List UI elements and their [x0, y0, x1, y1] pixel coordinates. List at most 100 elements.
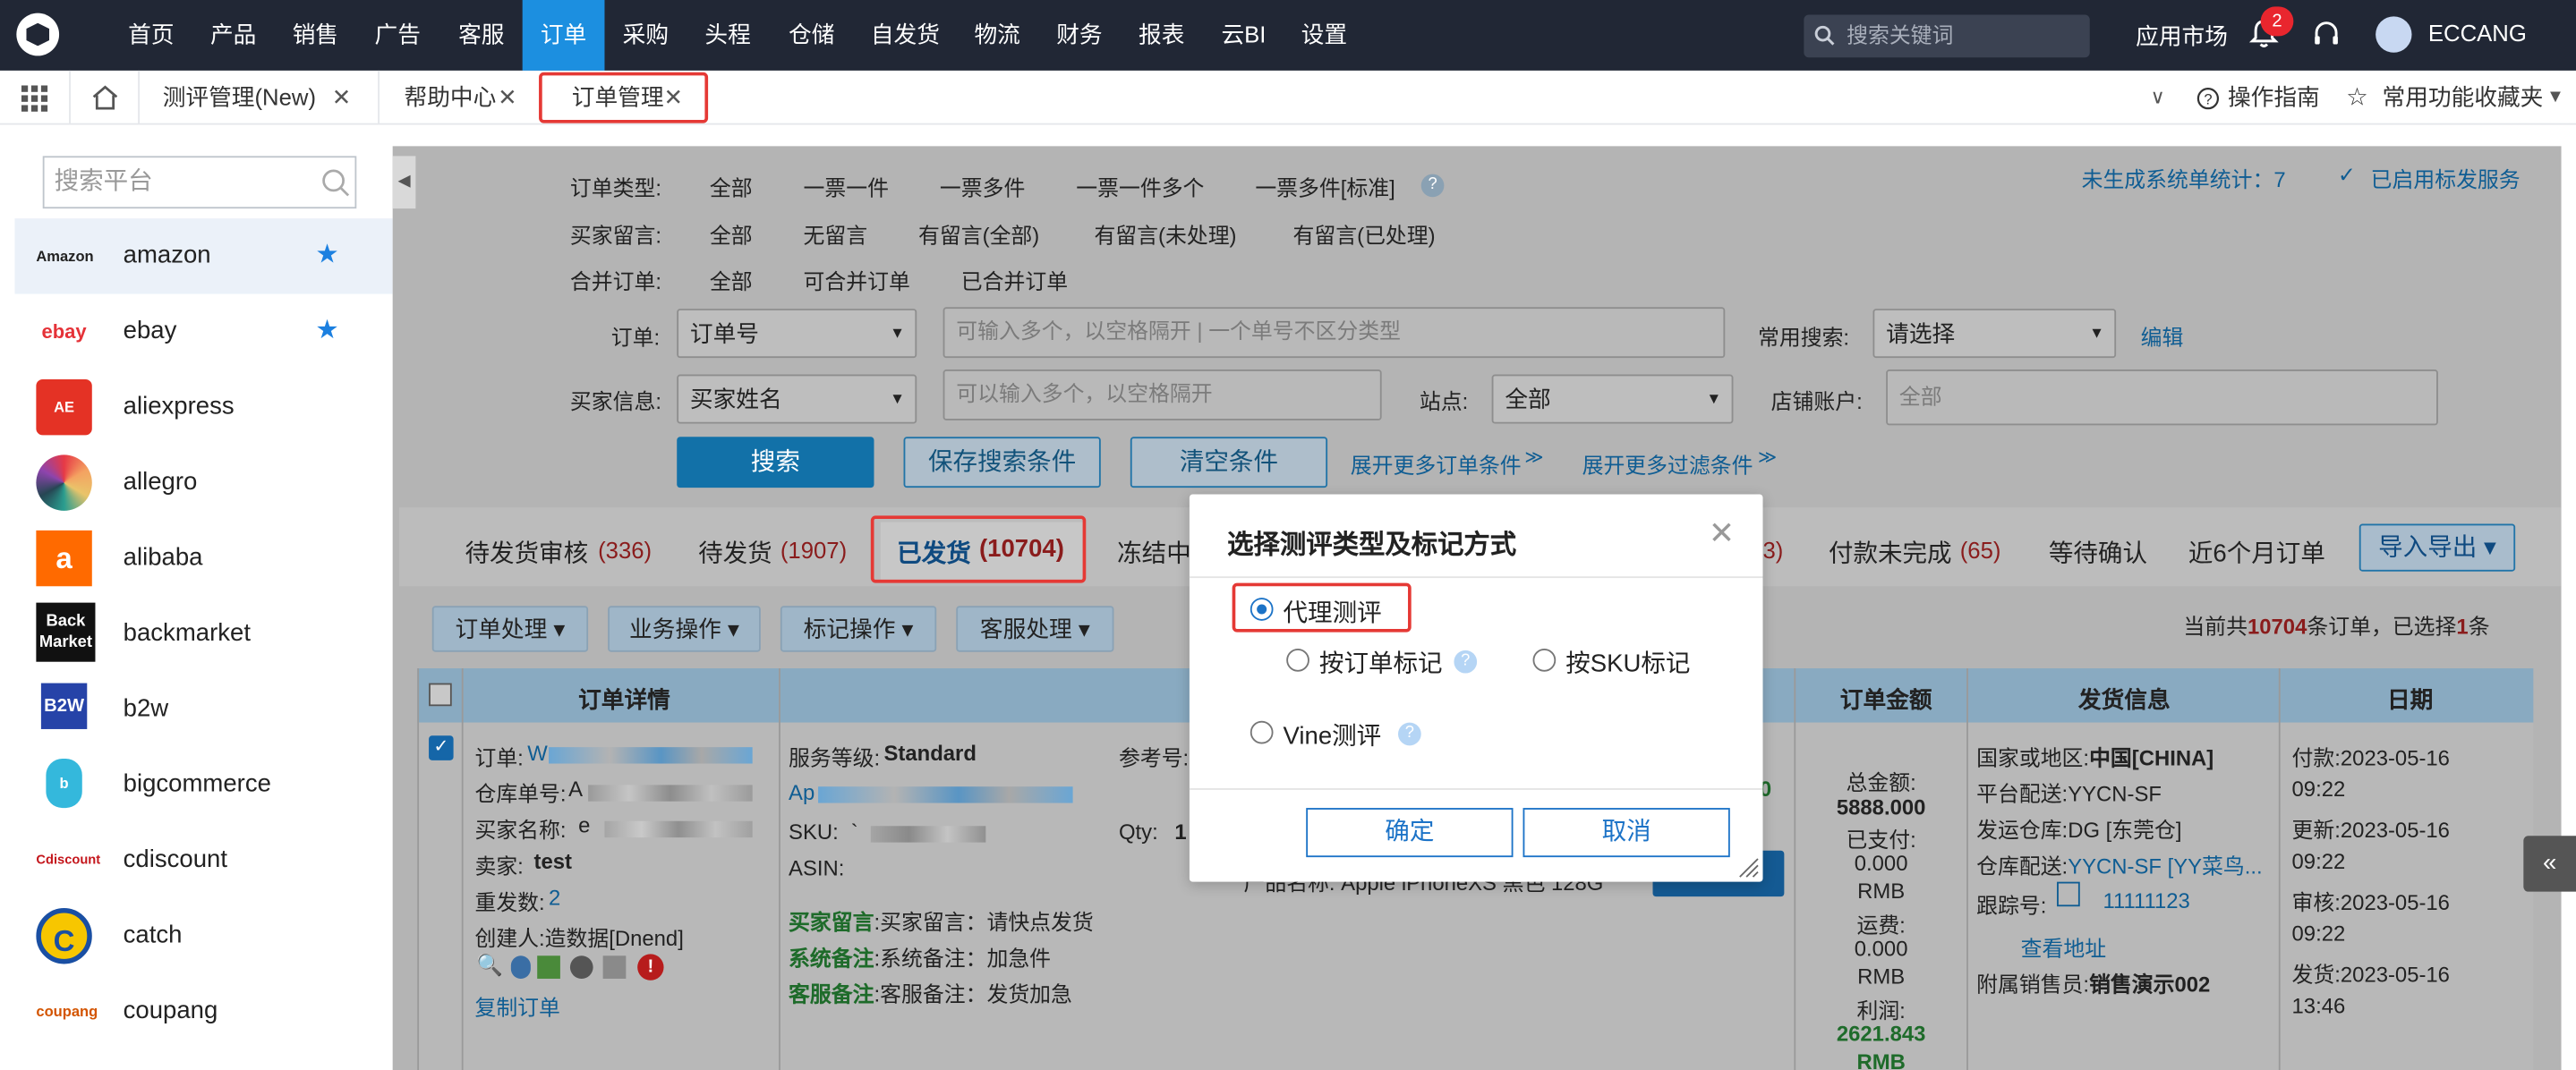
close-icon[interactable]: ✕	[664, 71, 684, 125]
order-no-value[interactable]: W	[527, 741, 548, 766]
merge-possible[interactable]: 可合并订单	[804, 265, 910, 296]
tab-review-mgmt[interactable]: 测评管理(New)	[163, 71, 316, 125]
tab-order-mgmt[interactable]: 订单管理	[572, 71, 664, 125]
nav-sales[interactable]: 销售	[276, 0, 354, 71]
proxy-review-radio[interactable]	[1250, 598, 1274, 621]
cart-icon[interactable]	[537, 955, 560, 979]
wh-ship-value[interactable]: YYCN-SF [YY菜鸟...	[2068, 853, 2262, 879]
buyer-msg-unhandled[interactable]: 有留言(未处理)	[1094, 218, 1236, 250]
nav-purchase[interactable]: 采购	[604, 0, 687, 71]
money-icon[interactable]	[510, 955, 531, 979]
more-filter-link[interactable]: 展开更多过滤条件	[1582, 448, 1753, 480]
order-type-select[interactable]: 订单号	[677, 309, 917, 359]
search-icon[interactable]: 🔍	[476, 953, 503, 978]
save-search-button[interactable]: 保存搜索条件	[903, 437, 1101, 488]
by-sku-label[interactable]: 按SKU标记	[1565, 645, 1690, 680]
user-name[interactable]: ECCANG	[2428, 20, 2527, 46]
refresh-icon[interactable]	[569, 955, 593, 979]
clear-button[interactable]: 清空条件	[1130, 437, 1328, 488]
tab-wait-confirm[interactable]: 等待确认	[2049, 535, 2147, 570]
order-type-all[interactable]: 全部	[710, 171, 753, 202]
platform-search-input[interactable]: 搜索平台	[42, 156, 357, 209]
copy-icon[interactable]	[2057, 881, 2080, 907]
close-icon[interactable]: ✕	[498, 71, 517, 125]
nav-home[interactable]: 首页	[112, 0, 191, 71]
product-link-prefix[interactable]: Ap	[789, 780, 815, 805]
chevron-down-icon[interactable]: ∨	[2151, 71, 2165, 125]
nav-ads[interactable]: 广告	[358, 0, 437, 71]
order-type-standard[interactable]: 一票多件[标准]	[1255, 171, 1395, 202]
nav-report[interactable]: 报表	[1123, 0, 1198, 71]
app-logo-icon[interactable]	[16, 13, 60, 56]
import-export-button[interactable]: 导入导出 ▾	[2358, 523, 2516, 572]
business-ops-button[interactable]: 业务操作 ▾	[608, 606, 761, 652]
nav-logistics[interactable]: 物流	[960, 0, 1035, 71]
order-type-multi[interactable]: 一票多件	[940, 171, 1025, 202]
view-address-link[interactable]: 查看地址	[2021, 931, 2106, 963]
star-filled-icon[interactable]: ★	[315, 314, 338, 347]
standard-service-link[interactable]: 已启用标发服务	[2371, 163, 2521, 194]
close-icon[interactable]: ✕	[1709, 518, 1735, 552]
select-all-checkbox[interactable]	[429, 683, 452, 707]
help-icon[interactable]: ?	[1398, 722, 1421, 746]
more-order-link[interactable]: 展开更多订单条件	[1351, 448, 1522, 480]
order-process-button[interactable]: 订单处理 ▾	[431, 606, 589, 652]
search-button[interactable]: 搜索	[677, 437, 874, 488]
tab-unpaid[interactable]: 付款未完成	[1829, 535, 1952, 570]
merge-all[interactable]: 全部	[710, 265, 753, 296]
alert-icon[interactable]: !	[637, 954, 664, 981]
vine-review-radio[interactable]	[1250, 720, 1274, 744]
user-avatar[interactable]	[2376, 16, 2412, 53]
grid-menu-icon[interactable]	[21, 85, 48, 112]
tab-frozen[interactable]: 冻结中	[1117, 535, 1191, 570]
nav-product[interactable]: 产品	[194, 0, 273, 71]
home-icon[interactable]	[90, 84, 120, 112]
help-icon[interactable]: ?	[1420, 174, 1445, 198]
unsynced-count[interactable]: 未生成系统单统计：7	[2082, 163, 2286, 194]
collapse-sidebar-icon[interactable]: ◀	[392, 156, 416, 209]
merge-done[interactable]: 已合并订单	[961, 265, 1068, 296]
buyer-msg-all[interactable]: 全部	[710, 218, 753, 250]
tab-pending-review[interactable]: 待发货审核	[465, 535, 588, 570]
global-search-input[interactable]: 搜索关键词	[1804, 14, 2090, 58]
proxy-review-label[interactable]: 代理测评	[1284, 594, 1382, 629]
headset-icon[interactable]	[2310, 18, 2343, 51]
confirm-button[interactable]: 确定	[1306, 808, 1514, 858]
resend-value[interactable]: 2	[549, 885, 560, 910]
nav-settings[interactable]: 设置	[1288, 0, 1361, 71]
star-filled-icon[interactable]: ★	[315, 238, 338, 271]
by-order-label[interactable]: 按订单标记	[1319, 645, 1443, 680]
buyer-msg-has-all[interactable]: 有留言(全部)	[918, 218, 1039, 250]
vine-review-label[interactable]: Vine测评	[1284, 718, 1382, 752]
search-icon[interactable]	[320, 167, 350, 197]
tracking-value[interactable]: 11111123	[2103, 888, 2189, 913]
buyer-msg-handled[interactable]: 有留言(已处理)	[1293, 218, 1436, 250]
cs-process-button[interactable]: 客服处理 ▾	[956, 606, 1114, 652]
nav-firstleg[interactable]: 头程	[687, 0, 769, 71]
buyer-info-input[interactable]: 可以输入多个，以空格隔开	[943, 369, 1382, 420]
double-chevron-left-icon[interactable]: «	[2523, 836, 2576, 892]
chevron-down-icon[interactable]: ▼	[2546, 71, 2564, 125]
nav-service[interactable]: 客服	[440, 0, 523, 71]
by-order-radio[interactable]	[1286, 649, 1309, 672]
nav-order[interactable]: 订单	[522, 0, 605, 71]
edit-link[interactable]: 编辑	[2141, 320, 2184, 352]
order-number-input[interactable]: 可输入多个，以空格隔开 | 一个单号不区分类型	[943, 307, 1726, 359]
row-checkbox[interactable]: ✓	[429, 735, 454, 760]
tab-recent[interactable]: 近6个月订单	[2188, 535, 2325, 570]
site-select[interactable]: 全部	[1491, 374, 1734, 424]
tab-pending[interactable]: 待发货	[698, 535, 772, 570]
shop-account-input[interactable]: 全部	[1886, 369, 2438, 426]
favorites-link[interactable]: 常用功能收藏夹	[2382, 71, 2543, 125]
resize-handle-icon[interactable]	[1736, 855, 1760, 879]
cancel-button[interactable]: 取消	[1523, 808, 1730, 858]
close-icon[interactable]: ✕	[332, 71, 352, 125]
by-sku-radio[interactable]	[1532, 649, 1557, 672]
tab-help-center[interactable]: 帮助中心	[405, 71, 497, 125]
buyer-msg-none[interactable]: 无留言	[804, 218, 868, 250]
nav-finance[interactable]: 财务	[1042, 0, 1117, 71]
help-icon[interactable]: ?	[1454, 650, 1478, 674]
nav-cloudbi[interactable]: 云BI	[1209, 0, 1278, 71]
app-market-link[interactable]: 应用市场	[2136, 20, 2228, 53]
mark-ops-button[interactable]: 标记操作 ▾	[780, 606, 937, 652]
